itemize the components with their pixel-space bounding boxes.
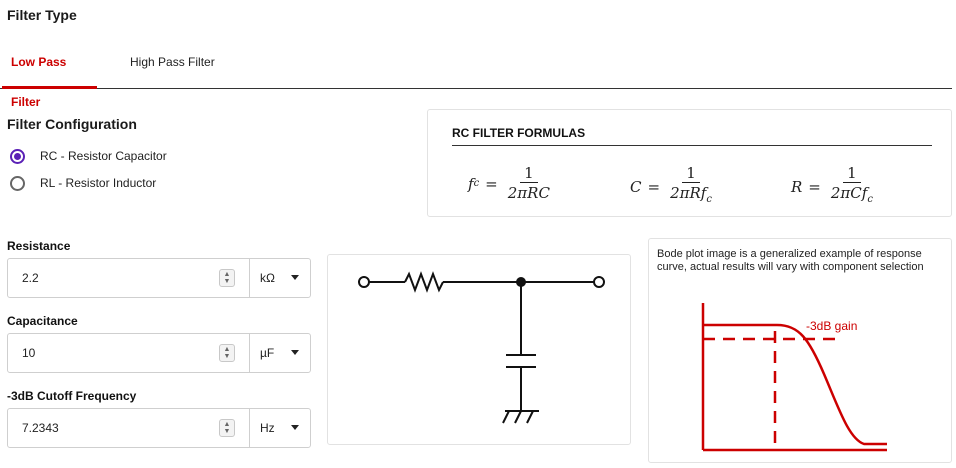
formula-c-lhs: C bbox=[630, 178, 642, 196]
formula-c-den-sub: c bbox=[706, 194, 712, 205]
formula-c-numerator: 1 bbox=[682, 164, 700, 183]
radio-rl-label: RL - Resistor Inductor bbox=[40, 176, 157, 190]
formula-r-equals: = bbox=[808, 178, 821, 196]
cutoff-frequency-unit-divider bbox=[249, 409, 250, 447]
filter-type-title: Filter Type bbox=[7, 7, 77, 23]
cutoff-frequency-label: -3dB Cutoff Frequency bbox=[7, 389, 137, 403]
formula-r-fraction: 1 2πCfc bbox=[827, 164, 877, 210]
formula-r-den-sub: c bbox=[867, 194, 873, 205]
formula-r-denominator: 2πCfc bbox=[827, 183, 877, 210]
bode-plot-diagram: -3dB gain bbox=[701, 303, 887, 452]
resistance-unit-select[interactable]: kΩ bbox=[260, 271, 275, 285]
formula-fc-denominator: 2πRC bbox=[507, 184, 550, 202]
rc-formulas-title: RC FILTER FORMULAS bbox=[452, 126, 586, 140]
cutoff-frequency-field: ▲▼ Hz bbox=[7, 408, 311, 448]
filter-configuration-title: Filter Configuration bbox=[7, 116, 137, 132]
resistance-unit-divider bbox=[249, 259, 250, 297]
formula-c-fraction: 1 2πRfc bbox=[666, 164, 716, 210]
filter-type-tabs: Low Pass Filter High Pass Filter bbox=[0, 42, 952, 109]
formula-fc-equals: = bbox=[485, 174, 498, 193]
capacitance-label: Capacitance bbox=[7, 314, 78, 328]
capacitance-field: ▲▼ µF bbox=[7, 333, 311, 373]
cutoff-frequency-unit-caret-icon[interactable] bbox=[291, 425, 299, 430]
cutoff-frequency-stepper[interactable]: ▲ ▼ bbox=[219, 419, 235, 437]
capacitance-stepper[interactable]: ▲ ▼ bbox=[219, 344, 235, 362]
radio-rc-indicator[interactable] bbox=[10, 148, 25, 164]
formula-c: C = 1 2πRfc bbox=[630, 164, 716, 210]
input-terminal bbox=[358, 276, 370, 288]
formula-fc: fc = 1 2πRC bbox=[468, 164, 554, 203]
bode-gain-label: -3dB gain bbox=[806, 319, 857, 333]
ground-hatch-2 bbox=[514, 410, 522, 424]
radio-rc[interactable]: RC - Resistor Capacitor bbox=[10, 146, 167, 166]
resistance-stepper[interactable]: ▲ ▼ bbox=[219, 269, 235, 287]
capacitance-input[interactable] bbox=[8, 334, 208, 372]
capacitance-unit-divider bbox=[249, 334, 250, 372]
formula-fc-fraction: 1 2πRC bbox=[504, 164, 554, 203]
bode-response-curve bbox=[703, 323, 887, 446]
resistance-input[interactable] bbox=[8, 259, 208, 297]
output-terminal bbox=[593, 276, 605, 288]
radio-rc-label: RC - Resistor Capacitor bbox=[40, 149, 167, 163]
cutoff-frequency-input[interactable] bbox=[8, 409, 208, 447]
ground-hatch-3 bbox=[526, 410, 534, 424]
cutoff-frequency-unit-select[interactable]: Hz bbox=[260, 421, 275, 435]
ground-hatch-1 bbox=[502, 410, 510, 424]
tab-high-pass-filter[interactable]: High Pass Filter bbox=[121, 42, 224, 89]
radio-rl-indicator[interactable] bbox=[10, 175, 25, 191]
rc-formulas-card: RC FILTER FORMULAS fc = 1 2πRC C = 1 2πR… bbox=[427, 109, 952, 217]
formula-fc-numerator: 1 bbox=[520, 164, 538, 183]
formula-fc-lhs-sub: c bbox=[473, 178, 480, 189]
formula-c-den-main: 2πRf bbox=[670, 184, 707, 202]
resistance-label: Resistance bbox=[7, 239, 71, 253]
capacitance-unit-caret-icon[interactable] bbox=[291, 350, 299, 355]
resistor-symbol bbox=[404, 271, 444, 293]
capacitance-unit-select[interactable]: µF bbox=[260, 346, 274, 360]
formula-r: R = 1 2πCfc bbox=[791, 164, 877, 210]
bode-plot-card: Bode plot image is a generalized example… bbox=[648, 238, 952, 463]
tab-low-pass-filter[interactable]: Low Pass Filter bbox=[2, 42, 97, 109]
formula-r-numerator: 1 bbox=[843, 164, 861, 183]
formula-c-equals: = bbox=[647, 178, 661, 196]
resistance-field: ▲▼ kΩ bbox=[7, 258, 311, 298]
junction-node bbox=[516, 277, 526, 287]
rc-formulas-divider bbox=[452, 145, 932, 146]
formula-c-denominator: 2πRfc bbox=[666, 183, 716, 210]
resistance-unit-caret-icon[interactable] bbox=[291, 275, 299, 280]
formula-r-lhs: R bbox=[791, 178, 803, 196]
rc-circuit-card bbox=[327, 254, 631, 445]
formula-r-den-main: 2πCf bbox=[830, 184, 868, 202]
radio-rl[interactable]: RL - Resistor Inductor bbox=[10, 173, 156, 193]
rc-low-pass-circuit-diagram bbox=[358, 271, 605, 424]
